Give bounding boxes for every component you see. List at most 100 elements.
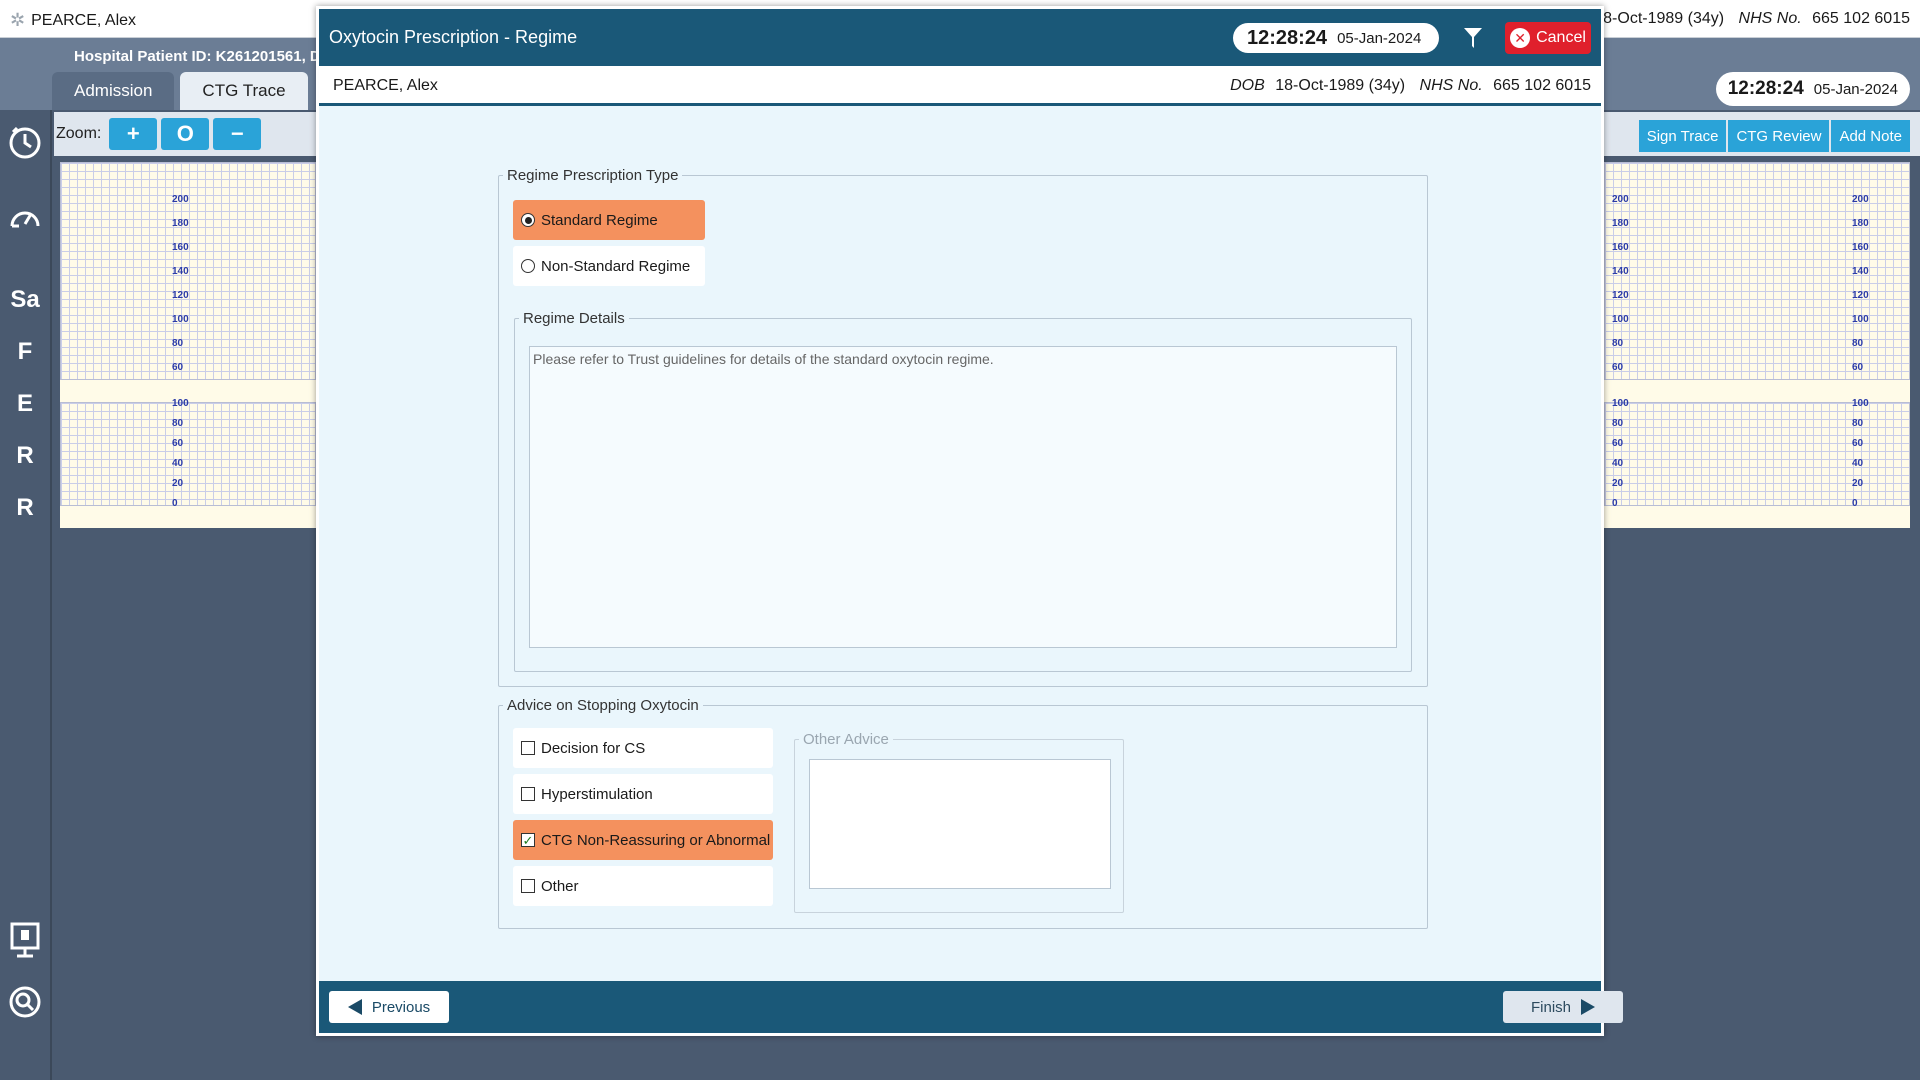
fhr-tick-label: 60 (1852, 362, 1864, 373)
regime-details-text: Please refer to Trust guidelines for det… (529, 346, 1397, 648)
search-icon[interactable] (0, 980, 50, 1024)
standard-regime-option[interactable]: Standard Regime (513, 200, 705, 240)
clock-history-icon[interactable] (0, 120, 50, 164)
previous-label: Previous (371, 998, 431, 1016)
fhr-tick-label: 80 (1852, 338, 1864, 349)
fhr-tick-label: 100 (1612, 314, 1629, 325)
star-icon[interactable]: ✲ (10, 10, 25, 31)
non-standard-regime-option[interactable]: Non-Standard Regime (513, 246, 705, 286)
fhr-tick-label: 80 (172, 338, 184, 349)
dialog-patient-banner: PEARCE, Alex DOB 18-Oct-1989 (34y) NHS N… (319, 66, 1601, 106)
decision-for-cs-label: Decision for CS (541, 739, 646, 757)
toco-tick-label: 80 (1852, 418, 1864, 429)
finish-button[interactable]: Finish (1503, 991, 1623, 1023)
zoom-in-button[interactable]: + (109, 118, 158, 150)
non-standard-regime-radio[interactable] (521, 259, 535, 273)
toco-tick-label: 40 (1852, 458, 1864, 469)
zoom-label: Zoom: (56, 125, 102, 142)
fhr-tick-label: 200 (1852, 194, 1869, 205)
dialog-patient-name: PEARCE, Alex (333, 77, 438, 94)
fhr-tick-label: 120 (172, 290, 189, 301)
toco-tick-label: 100 (172, 398, 189, 409)
ctg-non-reassuring-checkbox[interactable]: ✓ (521, 833, 535, 847)
fhr-tick-label: 160 (1852, 242, 1869, 253)
tab-ctg-trace[interactable]: CTG Trace (180, 72, 308, 110)
other-option[interactable]: Other (513, 866, 773, 906)
standard-regime-label: Standard Regime (541, 211, 658, 229)
fhr-tick-label: 60 (172, 362, 184, 373)
toco-tick-label: 20 (172, 478, 184, 489)
dialog-clock-time: 12:28:24 (1247, 26, 1328, 49)
other-advice-legend: Other Advice (803, 731, 889, 748)
toco-tick-label: 40 (172, 458, 184, 469)
decision-for-cs-checkbox[interactable] (521, 741, 535, 755)
regime-type-legend: Regime Prescription Type (507, 167, 679, 184)
fhr-tick-label: 140 (1612, 266, 1629, 277)
non-standard-regime-label: Non-Standard Regime (541, 257, 691, 275)
arrow-left-icon (347, 999, 362, 1015)
toco-tick-label: 40 (1612, 458, 1624, 469)
toco-tick-label: 80 (172, 418, 184, 429)
dob-label: DOB (1230, 77, 1265, 94)
add-note-button[interactable]: Add Note (1831, 120, 1910, 152)
zoom-reset-button[interactable]: O (161, 118, 210, 150)
decision-for-cs-option[interactable]: Decision for CS (513, 728, 773, 768)
sign-trace-button[interactable]: Sign Trace (1638, 120, 1727, 152)
fhr-tick-label: 200 (1612, 194, 1629, 205)
toco-tick-label: 100 (1612, 398, 1629, 409)
ctg-non-reassuring-option[interactable]: ✓ CTG Non-Reassuring or Abnormal (513, 820, 773, 860)
hyperstimulation-label: Hyperstimulation (541, 785, 653, 803)
dob-value: 18-Oct-1989 (34y) (1594, 10, 1725, 27)
tab-admission[interactable]: Admission (52, 72, 175, 110)
toco-tick-label: 20 (1612, 478, 1624, 489)
toco-tick-label: 80 (1612, 418, 1624, 429)
hyperstimulation-option[interactable]: Hyperstimulation (513, 774, 773, 814)
cancel-button[interactable]: ✕ Cancel (1505, 22, 1591, 54)
dob-value: 18-Oct-1989 (34y) (1275, 77, 1406, 94)
other-label: Other (541, 877, 579, 895)
fhr-tick-label: 100 (172, 314, 189, 325)
toco-tick-label: 60 (1852, 438, 1864, 449)
fhr-tick-label: 180 (1612, 218, 1629, 229)
patient-banner: ✲ PEARCE, Alex (10, 10, 136, 31)
fhr-tick-label: 200 (172, 194, 189, 205)
trace-actions: Sign Trace CTG Review Add Note (1638, 120, 1910, 152)
app-clock: 12:28:24 05-Jan-2024 (1715, 72, 1910, 106)
sidebar-item-f[interactable]: F (0, 330, 50, 374)
clock-date: 05-Jan-2024 (1813, 80, 1898, 98)
sidebar-item-e[interactable]: E (0, 382, 50, 426)
regime-details-legend: Regime Details (523, 310, 625, 327)
fhr-tick-label: 120 (1612, 290, 1629, 301)
dialog-clock: 12:28:24 05-Jan-2024 (1233, 23, 1439, 53)
arrow-right-icon (1581, 999, 1595, 1015)
other-checkbox[interactable] (521, 879, 535, 893)
other-advice-input[interactable] (809, 759, 1111, 889)
toco-tick-label: 20 (1852, 478, 1864, 489)
sidebar-item-sa[interactable]: Sa (0, 278, 50, 322)
zoom-out-button[interactable]: − (213, 118, 262, 150)
patient-name: PEARCE, Alex (31, 11, 137, 29)
fhr-tick-label: 120 (1852, 290, 1869, 301)
nhs-value: 665 102 6015 (1493, 77, 1591, 94)
previous-button[interactable]: Previous (329, 991, 449, 1023)
filter-icon[interactable] (1462, 26, 1484, 50)
fhr-tick-label: 160 (1612, 242, 1629, 253)
hyperstimulation-checkbox[interactable] (521, 787, 535, 801)
sidebar-item-r2[interactable]: R (0, 486, 50, 530)
sidebar: Sa F E R R (0, 110, 52, 1080)
toco-tick-label: 100 (1852, 398, 1869, 409)
dialog-clock-date: 05-Jan-2024 (1337, 29, 1422, 47)
toco-tick-label: 60 (172, 438, 184, 449)
fhr-tick-label: 180 (172, 218, 189, 229)
app-tabs: Admission CTG Trace (52, 72, 308, 110)
nhs-label: NHS No. (1738, 10, 1802, 27)
presentation-icon[interactable] (0, 918, 50, 962)
sidebar-item-r1[interactable]: R (0, 434, 50, 478)
close-icon: ✕ (1510, 28, 1531, 48)
standard-regime-radio[interactable] (521, 213, 535, 227)
fhr-tick-label: 160 (172, 242, 189, 253)
toco-trace-left (60, 402, 316, 506)
gauge-icon[interactable] (0, 196, 50, 240)
fhr-tick-label: 140 (1852, 266, 1869, 277)
ctg-review-button[interactable]: CTG Review (1728, 120, 1830, 152)
